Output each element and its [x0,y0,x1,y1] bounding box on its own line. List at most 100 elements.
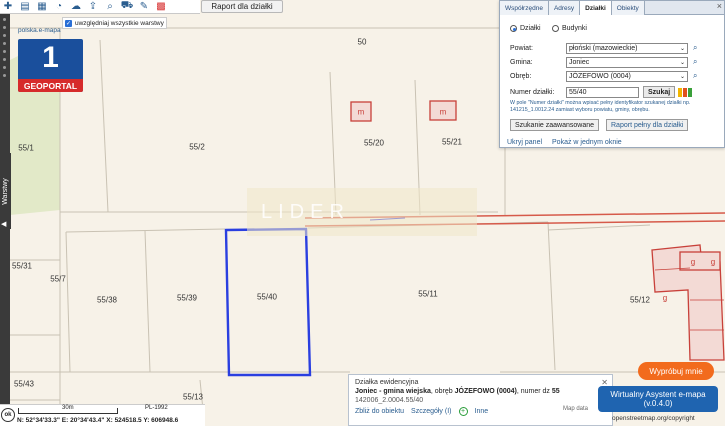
tab-adresy[interactable]: Adresy [548,1,581,15]
osm-attribution-link[interactable]: openstreetmap.org/copyright [612,415,695,422]
cloud-upload-icon[interactable]: ⇪ [86,0,100,13]
info-obreb-name: JÓZEFOWO (0004) [454,388,517,395]
report-button[interactable]: Raport dla działki [201,0,283,13]
try-me-button[interactable]: Wypróbuj mnie [638,362,714,380]
building-label: g [662,293,668,303]
info-title: Działka ewidencyjna [355,379,419,386]
advanced-search-button[interactable]: Szukanie zaawansowane [510,119,599,131]
map-source-label: polska.e-mapa [18,27,61,34]
info-description: Joniec - gmina wiejska, obręb JÓZEFOWO (… [355,388,606,395]
tools-icon[interactable]: ✎ [137,0,151,13]
layers-tab-label: Warstwy [2,177,10,205]
palette-icon[interactable]: ▩ [154,0,168,13]
parcel-label: 55/13 [182,392,204,402]
grid-icon[interactable]: ▦ [35,0,49,13]
all-layers-checkbox-row[interactable]: ✓ uwzględniaj wszystkie warstwy [62,17,167,29]
parcel-label: 55/20 [363,138,385,148]
coordinates-readout: N: 52°34'33.3" E: 20°34'43.4" X: 524518.… [17,417,179,424]
all-layers-label: uwzględniaj wszystkie warstwy [75,19,164,27]
checkbox-checked-icon[interactable]: ✓ [65,19,72,27]
powiat-row: Powiat: płoński (mazowieckie) ⌄ ⌕ [510,42,710,54]
parcel-label: 55/11 [418,289,438,299]
layers-side-tab[interactable]: Warstwy [0,153,11,229]
building-label: m [357,107,365,117]
building-label: g [710,257,716,267]
radio-dzialki[interactable]: Działki [510,25,541,32]
parcel-info-box: Działka ewidencyjna Joniec - gmina wiejs… [348,374,613,426]
radio-budynki-label: Budynki [562,25,587,32]
assistant-version: (v.0.4.0) [643,399,673,408]
building-label: g [690,257,696,267]
zoom-to-object-link[interactable]: Zbliż do obiektu [355,408,404,415]
obreb-row: Obręb: JÓZEFOWO (0004) ⌄ ⌕ [510,70,710,82]
gmina-label: Gmina: [510,58,533,66]
chevron-down-icon: ⌄ [679,45,685,52]
color-legend-icon[interactable] [678,87,693,97]
parcel-label: 50 [357,37,367,47]
parcel-label: 55/40 [256,292,278,302]
gmina-value: Joniec [569,58,590,66]
geoportal-logo[interactable]: 1 GEOPORTAL [18,39,83,92]
chevron-down-icon: ⌄ [679,59,685,66]
scale-label: 30m [62,405,74,411]
radio-dzialki-label: Działki [520,25,541,32]
info-municipality: Joniec - gmina wiejska [355,388,431,395]
search-icon[interactable]: ⌕ [693,71,697,81]
search-button[interactable]: Szukaj [643,86,676,98]
radio-unselected-icon[interactable] [552,25,559,32]
parcel-label: 55/38 [96,295,118,305]
parcel-label: 55/31 [11,261,33,271]
watermark: LIDER [247,188,477,236]
hide-panel-link[interactable]: Ukryj panel [507,139,542,146]
cloud-icon[interactable]: ☁ [69,0,83,13]
expand-arrow-icon[interactable]: ◀ [1,220,10,228]
search-zoom-icon[interactable]: ⌕ [103,0,117,13]
virtual-assistant-button[interactable]: Wirtualny Asystent e-mapa (v.0.4.0) [598,386,718,412]
chevron-down-icon: ⌄ [679,73,685,80]
info-identifier: 142006_2.0004.55/40 [355,397,424,404]
search-icon[interactable]: ⌕ [693,57,697,67]
tab-wspolrzedne[interactable]: Współrzędne [500,1,549,15]
close-icon[interactable]: × [717,1,722,11]
parcel-label: 55/12 [629,295,651,305]
cart-icon[interactable]: ⛟ [120,0,134,13]
panel-links: Ukryj panel Pokaż w jednym oknie [507,139,622,146]
building-label: m [439,107,447,117]
radio-budynki[interactable]: Budynki [552,25,587,32]
full-report-button[interactable]: Raport pełny dla działki [606,119,689,131]
radio-selected-icon[interactable] [510,25,517,32]
details-link[interactable]: Szczegóły (I) [411,408,451,415]
logo-text: GEOPORTAL [18,79,83,92]
tab-dzialki[interactable]: Działki [580,1,612,15]
search-icon[interactable]: ⌕ [693,43,697,53]
assistant-title: Wirtualny Asystent e-mapa [610,390,706,399]
parcel-label: 55/21 [441,137,463,147]
info-numer-text: , numer dz [516,388,552,395]
numer-dzialki-input[interactable]: 55/40 [566,86,639,98]
obreb-label: Obręb: [510,72,532,80]
gmina-select[interactable]: Joniec ⌄ [566,56,688,68]
layers-icon[interactable]: ▤ [18,0,32,13]
show-single-window-link[interactable]: Pokaż w jednym oknie [552,139,622,146]
numer-row: Numer działki: 55/40 Szukaj [510,86,710,98]
other-link[interactable]: Inne [475,408,489,415]
main-toolbar: ✚ ▤ ▦ ◔ ☁ ⇪ ⌕ ⛟ ✎ ▩ [0,0,200,14]
tab-obiekty[interactable]: Obiekty [611,1,645,15]
plus-circle-icon[interactable]: + [458,407,468,416]
add-icon[interactable]: ✚ [1,0,15,13]
numer-label: Numer działki: [510,88,555,96]
parcel-label: 55/43 [13,379,35,389]
status-bar: ok 30m PL-1992 N: 52°34'33.3" E: 20°34'4… [0,404,205,426]
logo-number: 1 [42,41,59,74]
powiat-value: płoński (mazowieckie) [569,44,638,52]
parcel-label: 55/2 [189,142,205,152]
crs-label[interactable]: PL-1992 [145,405,168,411]
obreb-select[interactable]: JÓZEFOWO (0004) ⌄ [566,70,688,82]
gmina-row: Gmina: Joniec ⌄ ⌕ [510,56,710,68]
info-obreb-text: , obręb [430,388,455,395]
comment-icon[interactable]: ◔ [52,0,66,13]
ok-button[interactable]: ok [1,408,15,422]
obreb-value: JÓZEFOWO (0004) [569,72,631,80]
powiat-select[interactable]: płoński (mazowieckie) ⌄ [566,42,688,54]
parcel-label: 55/39 [176,293,198,303]
